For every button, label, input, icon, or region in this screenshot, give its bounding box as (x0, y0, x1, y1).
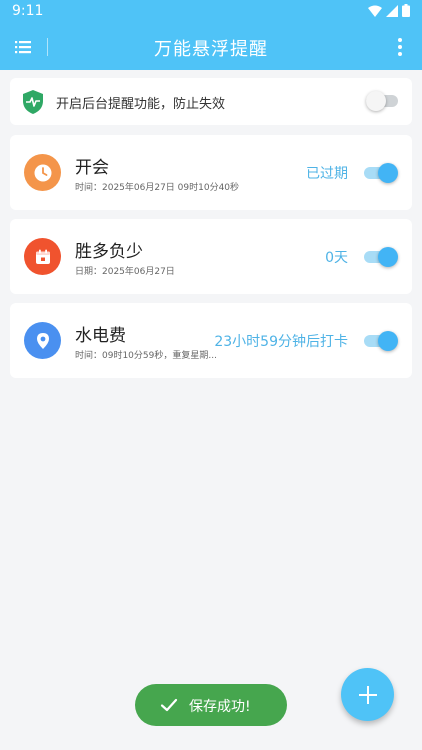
reminder-card[interactable]: 开会 时间：2025年06月27日 09时10分40秒 已过期 (10, 135, 412, 210)
toast-text: 保存成功! (189, 699, 251, 715)
reminder-toggle[interactable] (364, 246, 398, 268)
reminder-icon-bg (24, 322, 61, 359)
location-pin-icon (36, 332, 49, 349)
notice-text: 开启后台提醒功能，防止失效 (56, 97, 226, 112)
reminder-subtitle: 时间：09时10分59秒，重复星期... (75, 351, 217, 361)
signal-icon (386, 4, 398, 17)
reminder-status: 23小时59分钟后打卡 (214, 334, 348, 350)
reminder-card[interactable]: 胜多负少 日期：2025年06月27日 0天 (10, 219, 412, 294)
calendar-icon (35, 249, 50, 264)
reminder-icon-bg (24, 154, 61, 191)
status-bar: 9:11 (0, 0, 422, 24)
reminder-subtitle: 日期：2025年06月27日 (75, 267, 175, 277)
status-icons (368, 4, 410, 17)
reminder-status: 0天 (325, 250, 348, 266)
save-success-toast: 保存成功! (135, 684, 287, 726)
battery-icon (402, 4, 410, 17)
reminder-toggle[interactable] (364, 330, 398, 352)
app-header: 9:11 万能悬浮提醒 (0, 0, 422, 70)
reminder-toggle[interactable] (364, 162, 398, 184)
shield-pulse-icon (23, 90, 43, 114)
page-title: 万能悬浮提醒 (154, 39, 268, 60)
check-icon (160, 698, 178, 712)
reminder-subtitle: 时间：2025年06月27日 09时10分40秒 (75, 183, 240, 193)
toolbar: 万能悬浮提醒 (0, 24, 422, 70)
background-reminder-notice: 开启后台提醒功能，防止失效 (10, 78, 412, 125)
wifi-icon (368, 5, 382, 17)
plus-icon (358, 685, 377, 704)
reminder-icon-bg (24, 238, 61, 275)
clock-icon (34, 164, 51, 181)
status-time: 9:11 (12, 3, 44, 19)
reminder-card[interactable]: 水电费 时间：09时10分59秒，重复星期... 23小时59分钟后打卡 (10, 303, 412, 378)
reminder-title: 开会 (75, 158, 109, 178)
reminder-title: 水电费 (75, 326, 126, 346)
background-reminder-toggle[interactable] (366, 90, 400, 112)
reminder-title: 胜多负少 (75, 242, 143, 262)
reminder-status: 已过期 (306, 166, 348, 182)
add-reminder-button[interactable] (341, 668, 394, 721)
more-vertical-icon[interactable] (388, 35, 412, 59)
